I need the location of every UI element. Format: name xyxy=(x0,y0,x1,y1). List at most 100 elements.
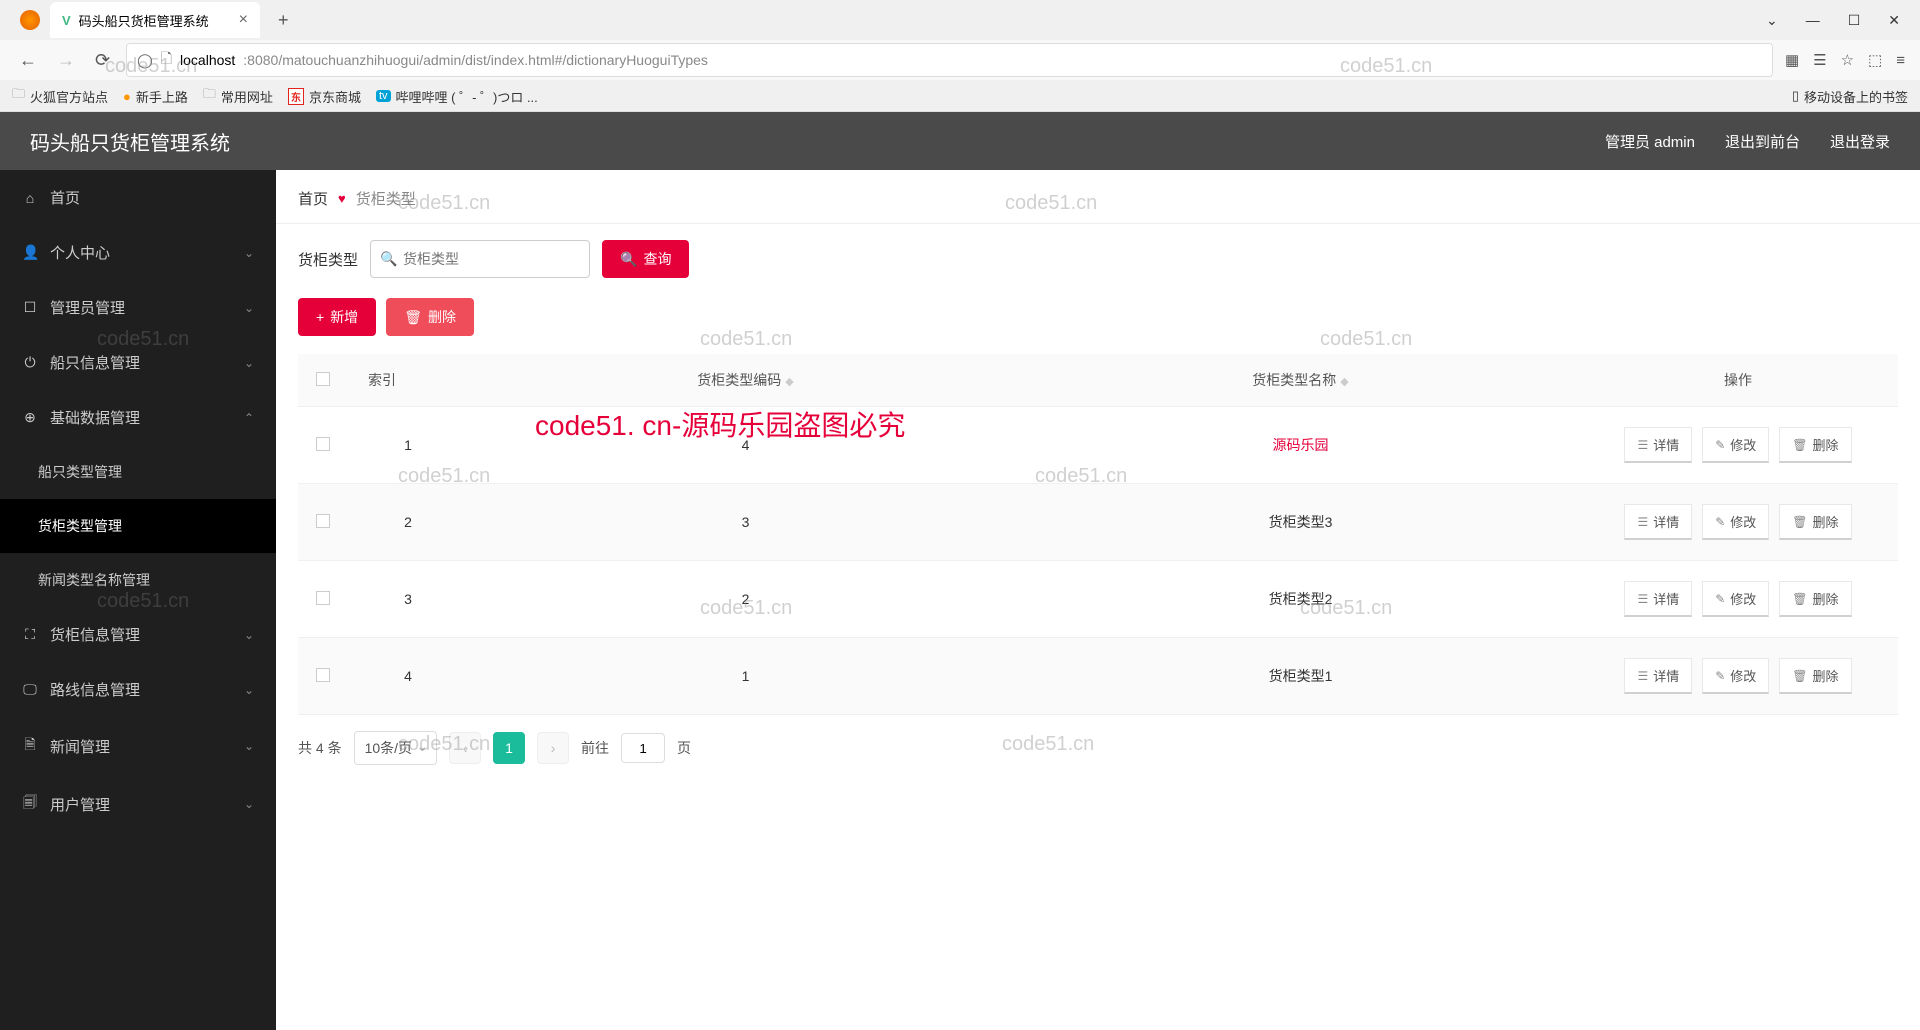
heart-icon: ♥ xyxy=(338,191,346,206)
edit-button[interactable]: ✎修改 xyxy=(1702,504,1769,540)
trash-icon: 🗑 xyxy=(1792,669,1807,683)
row-checkbox[interactable] xyxy=(316,591,330,605)
sidebar-sub-news-type[interactable]: 新闻类型名称管理 xyxy=(0,553,276,607)
bookmark-star-icon[interactable]: ☆ xyxy=(1841,51,1854,69)
breadcrumb-current: 货柜类型 xyxy=(356,188,416,209)
table-row: 14源码乐园☰详情✎修改🗑删除 xyxy=(298,407,1898,484)
select-all-checkbox[interactable] xyxy=(316,372,330,386)
maximize-icon[interactable]: ☐ xyxy=(1848,12,1861,29)
firefox-mini-icon: ● xyxy=(123,89,131,104)
goto-page-input[interactable] xyxy=(621,733,665,763)
sidebar-personal[interactable]: 👤个人中心⌄ xyxy=(0,225,276,280)
pager: 共 4 条 10条/页 ‹ 1 › 前往 页 xyxy=(298,715,1898,765)
cell-name: 货柜类型1 xyxy=(1023,638,1578,715)
globe-icon: ⊕ xyxy=(22,409,38,426)
new-tab-button[interactable]: + xyxy=(270,10,297,31)
menu-icon[interactable]: ≡ xyxy=(1896,52,1905,69)
sidebar-base-data[interactable]: ⊕基础数据管理⌃ xyxy=(0,390,276,445)
col-index: 索引 xyxy=(348,354,468,407)
search-label: 货柜类型 xyxy=(298,249,358,270)
bilibili-icon: tv xyxy=(376,90,391,102)
breadcrumb-home[interactable]: 首页 xyxy=(298,188,328,209)
sidebar-route-info[interactable]: 🖵路线信息管理⌄ xyxy=(0,662,276,717)
sidebar-ship-info[interactable]: ⏻船只信息管理⌄ xyxy=(0,335,276,390)
power-icon: ⏻ xyxy=(22,354,38,371)
lock-icon: 🗋 xyxy=(161,48,172,72)
cell-index: 4 xyxy=(348,638,468,715)
sidebar-container-info[interactable]: ⛶货柜信息管理⌄ xyxy=(0,607,276,662)
detail-button[interactable]: ☰详情 xyxy=(1624,504,1692,540)
minimize-icon[interactable]: — xyxy=(1806,12,1820,29)
col-name[interactable]: 货柜类型名称◆ xyxy=(1023,354,1578,407)
reader-icon[interactable]: ☰ xyxy=(1813,51,1826,69)
copy-icon: 🗐 xyxy=(22,792,38,816)
window-controls: ⌄ — ☐ ✕ xyxy=(1766,12,1920,29)
detail-button[interactable]: ☰详情 xyxy=(1624,581,1692,617)
cell-code: 2 xyxy=(468,561,1023,638)
bookmark-common[interactable]: 🗀常用网址 xyxy=(203,85,273,107)
trash-icon: 🗑 xyxy=(1792,515,1807,529)
page-1-button[interactable]: 1 xyxy=(493,732,525,764)
delete-row-button[interactable]: 🗑删除 xyxy=(1779,427,1851,463)
delete-row-button[interactable]: 🗑删除 xyxy=(1779,504,1851,540)
browser-tab[interactable]: V 码头船只货柜管理系统 × xyxy=(50,2,260,38)
table-row: 41货柜类型1☰详情✎修改🗑删除 xyxy=(298,638,1898,715)
sidebar-sub-container-type[interactable]: 货柜类型管理 xyxy=(0,499,276,553)
col-code[interactable]: 货柜类型编码◆ xyxy=(468,354,1023,407)
window-dropdown-icon[interactable]: ⌄ xyxy=(1766,12,1778,29)
row-checkbox[interactable] xyxy=(316,437,330,451)
cell-name: 源码乐园 xyxy=(1023,407,1578,484)
url-host: localhost xyxy=(180,52,235,68)
page-size-select[interactable]: 10条/页 xyxy=(354,731,437,765)
edit-button[interactable]: ✎修改 xyxy=(1702,427,1769,463)
bookmark-jd[interactable]: 东京东商城 xyxy=(288,87,361,106)
sidebar-admin-mgmt[interactable]: ☐管理员管理⌄ xyxy=(0,280,276,335)
extensions-icon[interactable]: ⬚ xyxy=(1868,51,1882,69)
plus-icon: + xyxy=(316,309,324,325)
delete-row-button[interactable]: 🗑删除 xyxy=(1779,658,1851,694)
bookmark-firefox[interactable]: 🗀火狐官方站点 xyxy=(12,85,108,107)
bookmark-mobile[interactable]: ▯移动设备上的书签 xyxy=(1792,87,1908,106)
header-logout[interactable]: 退出登录 xyxy=(1830,131,1890,152)
bookmark-bilibili[interactable]: tv哔哩哔哩 ( ゜- ゜)つロ ... xyxy=(376,87,538,106)
tab-close-icon[interactable]: × xyxy=(239,11,248,29)
row-checkbox[interactable] xyxy=(316,514,330,528)
cell-index: 1 xyxy=(348,407,468,484)
close-window-icon[interactable]: ✕ xyxy=(1888,12,1900,29)
edit-button[interactable]: ✎修改 xyxy=(1702,658,1769,694)
pager-total: 共 4 条 xyxy=(298,738,342,758)
sidebar-home[interactable]: ⌂首页 xyxy=(0,170,276,225)
qr-icon[interactable]: ▦ xyxy=(1785,51,1799,69)
sidebar-user-mgmt[interactable]: 🗐用户管理⌄ xyxy=(0,775,276,833)
edit-button[interactable]: ✎修改 xyxy=(1702,581,1769,617)
prev-page-button[interactable]: ‹ xyxy=(449,732,481,764)
col-op: 操作 xyxy=(1578,354,1898,407)
header-user[interactable]: 管理员 admin xyxy=(1605,131,1695,152)
add-button[interactable]: +新增 xyxy=(298,298,376,336)
back-button[interactable]: ← xyxy=(15,46,41,75)
forward-button[interactable]: → xyxy=(53,46,79,75)
row-checkbox[interactable] xyxy=(316,668,330,682)
detail-button[interactable]: ☰详情 xyxy=(1624,427,1692,463)
sidebar-sub-ship-type[interactable]: 船只类型管理 xyxy=(0,445,276,499)
sort-icon: ◆ xyxy=(1340,376,1348,388)
chevron-down-icon: ⌄ xyxy=(244,683,254,697)
search-input[interactable] xyxy=(370,240,590,278)
edit-icon: ✎ xyxy=(1715,669,1725,683)
trash-icon: 🗑 xyxy=(1792,438,1807,452)
tab-title: 码头船只货柜管理系统 xyxy=(79,11,209,30)
detail-button[interactable]: ☰详情 xyxy=(1624,658,1692,694)
folder-icon: 🗀 xyxy=(203,85,216,107)
reload-button[interactable]: ⟳ xyxy=(91,46,114,75)
goto-prefix: 前往 xyxy=(581,738,609,758)
next-page-button[interactable]: › xyxy=(537,732,569,764)
delete-button[interactable]: 🗑删除 xyxy=(386,298,474,336)
url-input[interactable]: ◯ 🗋 localhost:8080/matouchuanzhihuogui/a… xyxy=(126,43,1773,77)
bookmark-newbie[interactable]: ●新手上路 xyxy=(123,87,188,106)
sidebar-news-mgmt[interactable]: 🗎新闻管理⌄ xyxy=(0,717,276,775)
delete-row-button[interactable]: 🗑删除 xyxy=(1779,581,1851,617)
cell-index: 2 xyxy=(348,484,468,561)
query-button[interactable]: 🔍查询 xyxy=(602,240,689,278)
header-to-front[interactable]: 退出到前台 xyxy=(1725,131,1800,152)
list-icon: ☰ xyxy=(1637,592,1648,606)
